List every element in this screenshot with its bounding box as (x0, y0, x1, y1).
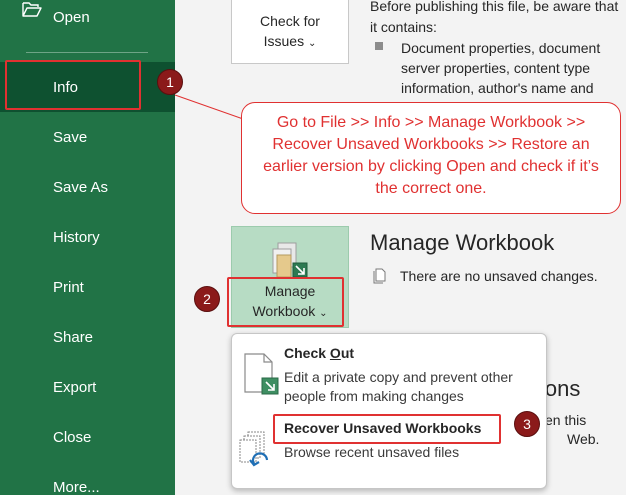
manage-workbook-title: Manage Workbook (370, 230, 554, 256)
step-badge-3: 3 (514, 411, 540, 437)
manage-workbook-label: Manage Workbook ⌄ (231, 281, 349, 324)
manage-workbook-icon (269, 239, 309, 281)
hidden-section-line2: Web. (567, 431, 599, 447)
sidebar-item-label: Share (53, 329, 93, 346)
recover-unsaved-description: Browse recent unsaved files (284, 443, 459, 462)
inspect-bullet-text: Document properties, document server pro… (401, 38, 626, 98)
hidden-section-line1: en this (545, 412, 586, 428)
sidebar-item-label: Save As (53, 179, 108, 196)
sidebar-item-close[interactable]: Close (0, 412, 175, 462)
manage-workbook-label-line2: Workbook (252, 303, 315, 319)
check-for-issues-label-row: Issues ⌄ (232, 31, 348, 54)
check-for-issues-label-line2: Issues (264, 33, 304, 49)
step-badge-1: 1 (157, 69, 183, 95)
sidebar-item-open[interactable]: Open (0, 0, 175, 42)
manage-workbook-status: There are no unsaved changes. (400, 268, 598, 284)
sidebar-item-label: Save (53, 129, 87, 146)
check-out-access-key: O (330, 345, 341, 361)
menu-item-check-out[interactable]: Check Out Edit a private copy and preven… (232, 334, 548, 406)
check-out-title: Check Out (284, 345, 354, 361)
sidebar-item-label: Print (53, 279, 84, 296)
chevron-down-icon: ⌄ (308, 38, 316, 49)
step-badge-2: 2 (194, 286, 220, 312)
sidebar-item-export[interactable]: Export (0, 362, 175, 412)
folder-open-icon (22, 1, 42, 17)
document-icon (373, 268, 387, 284)
sidebar-item-share[interactable]: Share (0, 312, 175, 362)
sidebar-item-label: History (53, 229, 100, 246)
bullet-icon (375, 42, 383, 50)
manage-workbook-label-line1: Manage (231, 281, 349, 301)
check-out-description: Edit a private copy and prevent other pe… (284, 368, 534, 406)
sidebar-divider (26, 52, 148, 53)
sidebar-item-label: More... (53, 479, 100, 495)
sidebar-item-history[interactable]: History (0, 212, 175, 262)
check-out-icon (242, 352, 282, 398)
info-highlight-box (5, 60, 141, 110)
sidebar-item-print[interactable]: Print (0, 262, 175, 312)
check-for-issues-button[interactable]: Check for Issues ⌄ (231, 0, 349, 64)
inspect-description: Before publishing this file, be aware th… (370, 0, 620, 38)
instruction-callout: Go to File >> Info >> Manage Workbook >>… (241, 102, 621, 214)
callout-text: Go to File >> Info >> Manage Workbook >>… (263, 114, 599, 197)
sidebar-item-more[interactable]: More... (0, 462, 175, 495)
sidebar-item-label: Open (53, 9, 90, 26)
sidebar-item-save-as[interactable]: Save As (0, 162, 175, 212)
check-out-title-suffix: ut (341, 345, 354, 361)
sidebar-item-label: Export (53, 379, 96, 396)
recover-unsaved-highlight-box (273, 414, 501, 444)
chevron-down-icon: ⌄ (319, 308, 327, 319)
check-out-title-prefix: Check (284, 345, 330, 361)
sidebar-item-label: Close (53, 429, 91, 446)
recover-workbooks-icon (238, 430, 274, 470)
sidebar-item-save[interactable]: Save (0, 112, 175, 162)
manage-workbook-menu: Check Out Edit a private copy and preven… (231, 333, 547, 489)
check-for-issues-label-line1: Check for (232, 11, 348, 31)
manage-workbook-label-row: Workbook ⌄ (231, 301, 349, 324)
